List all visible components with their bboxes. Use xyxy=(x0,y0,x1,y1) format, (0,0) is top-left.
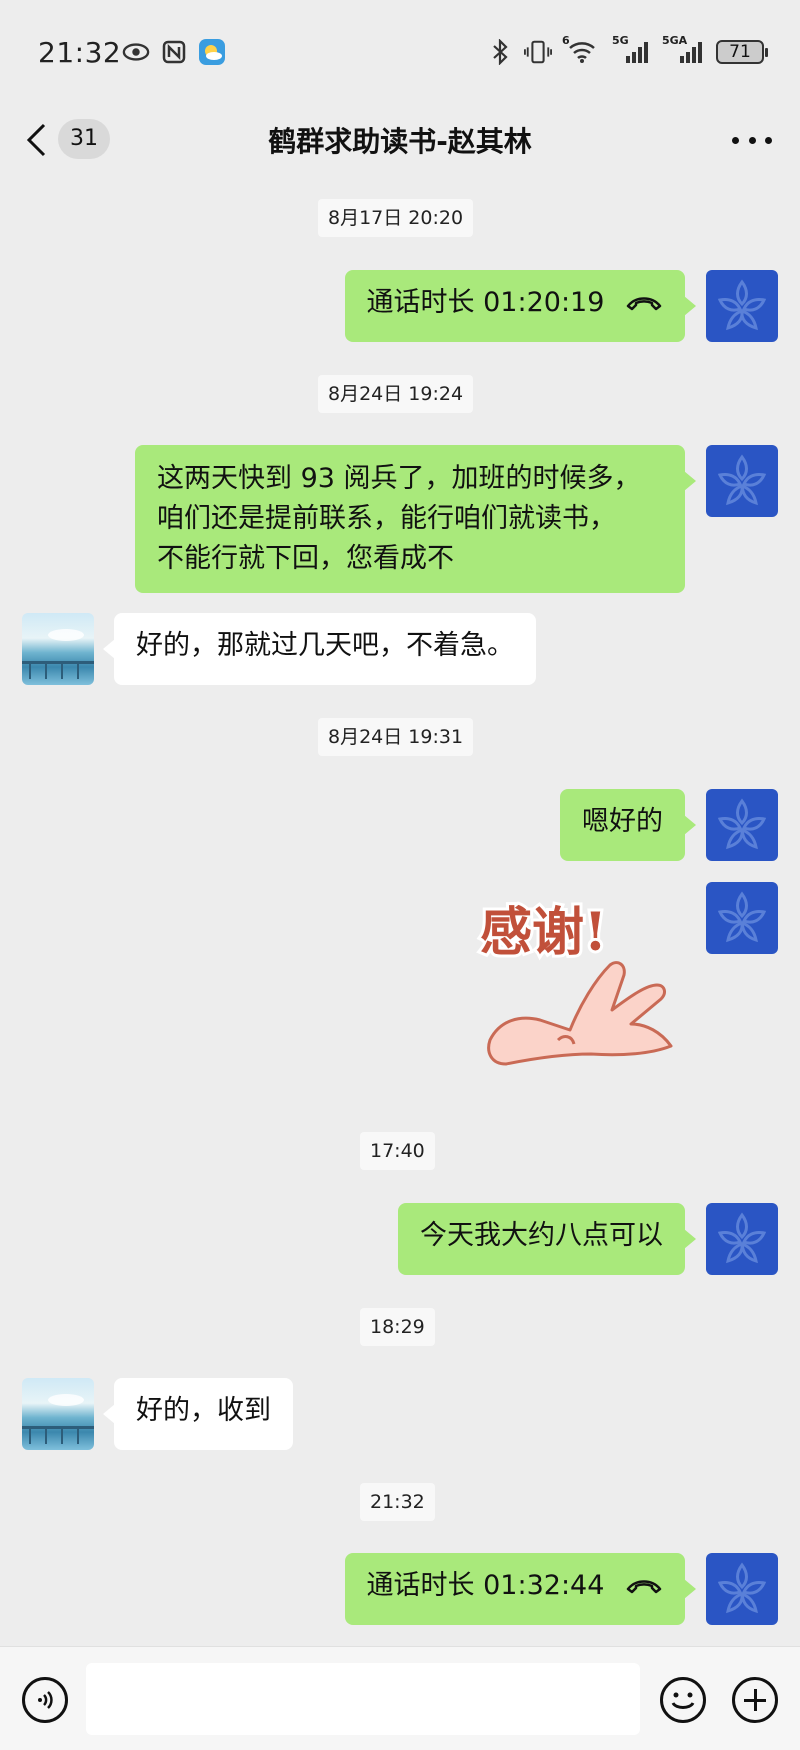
timestamp: 21:32 xyxy=(360,1483,435,1521)
message-input[interactable] xyxy=(86,1663,640,1735)
timestamp: 8月17日 20:20 xyxy=(318,199,474,237)
peer-avatar[interactable] xyxy=(22,1378,94,1450)
timestamp: 18:29 xyxy=(360,1308,435,1346)
flower-avatar-icon xyxy=(717,891,767,943)
message-line: 咱们还是提前联系，能行咱们就读书， xyxy=(157,503,616,534)
message-line: 不能行就下回，您看成不 xyxy=(157,543,454,574)
flower-avatar-icon xyxy=(717,454,767,506)
input-bar xyxy=(0,1646,800,1750)
my-avatar[interactable] xyxy=(706,789,778,861)
praying-hands-sticker-icon: 感谢! xyxy=(477,899,673,1066)
phone-hangup-icon xyxy=(625,284,663,324)
message-bubble[interactable]: 这两天快到 93 阅兵了，加班的时候多， 咱们还是提前联系，能行咱们就读书， 不… xyxy=(135,445,696,593)
voice-input-button[interactable] xyxy=(22,1677,68,1723)
flower-avatar-icon xyxy=(717,279,767,331)
status-left-icons xyxy=(122,38,226,66)
phone-hangup-icon xyxy=(625,1567,663,1607)
smiley-icon xyxy=(671,1692,695,1709)
call-record-bubble[interactable]: 通话时长 01:20:19 xyxy=(344,270,697,342)
svg-text:感谢!: 感谢! xyxy=(480,902,607,963)
message-bubble[interactable]: 今天我大约八点可以 xyxy=(398,1203,696,1275)
message-bubble[interactable]: 好的，收到 xyxy=(103,1378,293,1450)
my-avatar[interactable] xyxy=(706,1203,778,1275)
wifi-icon: 6 xyxy=(562,34,602,66)
chat-header: 31 鹤群求助读书-赵其林 xyxy=(0,104,800,176)
message-line: 这两天快到 93 阅兵了，加班的时候多， xyxy=(157,463,641,494)
timestamp: 17:40 xyxy=(360,1132,435,1170)
battery-indicator: 71 xyxy=(716,40,768,64)
more-dot-icon xyxy=(765,136,772,144)
call-duration-text: 通话时长 01:32:44 xyxy=(366,1570,605,1601)
peer-avatar[interactable] xyxy=(22,613,94,685)
message-bubble[interactable]: 嗯好的 xyxy=(560,789,696,861)
status-bar: 21:32 6 5G 5GA 71 xyxy=(0,0,800,104)
nfc-icon xyxy=(160,38,188,66)
bluetooth-icon xyxy=(486,38,514,66)
flower-avatar-icon xyxy=(717,1212,767,1264)
more-dot-icon xyxy=(732,136,739,144)
flower-avatar-icon xyxy=(717,1562,767,1614)
seaside-avatar-icon xyxy=(22,629,94,679)
message-bubble[interactable]: 好的，那就过几天吧，不着急。 xyxy=(103,613,536,685)
more-dot-icon xyxy=(748,136,756,144)
timestamp: 8月24日 19:31 xyxy=(318,718,474,756)
call-duration-text: 通话时长 01:20:19 xyxy=(366,287,605,318)
more-options-button[interactable] xyxy=(732,126,772,154)
clock: 21:32 xyxy=(38,36,122,69)
vibrate-icon xyxy=(524,38,552,66)
call-record-bubble[interactable]: 通话时长 01:32:44 xyxy=(344,1553,697,1625)
my-avatar[interactable] xyxy=(706,270,778,342)
eye-icon xyxy=(122,38,150,66)
chat-title: 鹤群求助读书-赵其林 xyxy=(268,125,532,158)
more-actions-button[interactable] xyxy=(732,1677,778,1723)
my-avatar[interactable] xyxy=(706,882,778,954)
seaside-avatar-icon xyxy=(22,1394,94,1444)
emoji-button[interactable] xyxy=(660,1677,706,1723)
voice-icon xyxy=(38,1691,53,1709)
signal-5g-icon: 5G xyxy=(612,34,652,66)
status-right-icons: 6 5G 5GA 71 xyxy=(486,34,768,66)
timestamp: 8月24日 19:24 xyxy=(318,375,474,413)
signal-5ga-icon: 5GA xyxy=(662,34,706,66)
thanks-sticker[interactable]: 感谢! xyxy=(470,880,690,1095)
flower-avatar-icon xyxy=(717,798,767,850)
weather-icon xyxy=(198,38,226,66)
my-avatar[interactable] xyxy=(706,445,778,517)
my-avatar[interactable] xyxy=(706,1553,778,1625)
